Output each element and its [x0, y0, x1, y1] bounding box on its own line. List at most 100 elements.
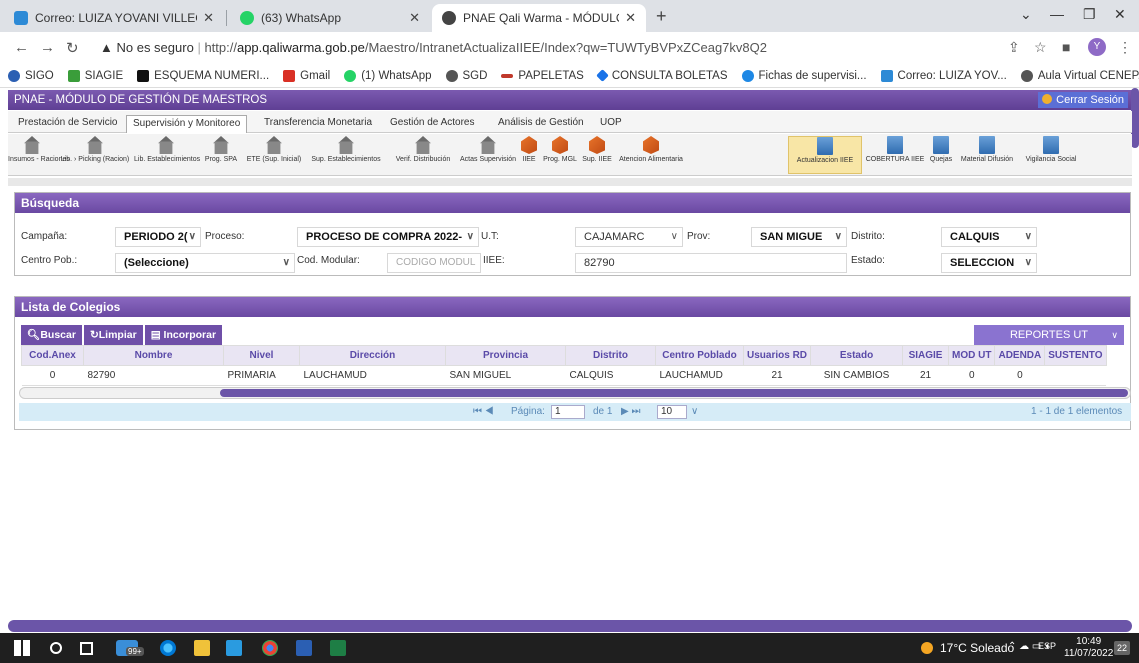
- chevron-down-icon[interactable]: ⌄: [1020, 6, 1032, 23]
- new-tab-button[interactable]: +: [656, 6, 667, 27]
- tab-correo[interactable]: Correo: LUIZA YOVANI VILLEGAS ✕: [4, 4, 224, 32]
- tool-sup-establecimientos[interactable]: Sup. Establecimientos: [306, 136, 386, 174]
- tool-atencion[interactable]: Atencion Alimentaria: [616, 136, 686, 174]
- tool-actualizacion[interactable]: Actualizacion IIEE: [788, 136, 862, 174]
- bookmark-sgd[interactable]: SGD: [445, 69, 487, 82]
- horizontal-scrollbar[interactable]: [19, 387, 1131, 399]
- tool-verif-distribucion[interactable]: Verif. Distribución: [388, 136, 458, 174]
- first-page-icon[interactable]: ⏮ ◀: [473, 406, 494, 417]
- logout-button[interactable]: Cerrar Sesión: [1038, 92, 1128, 108]
- tool-sup-iiee[interactable]: Sup. IIEE: [580, 136, 614, 174]
- col-header[interactable]: SUSTENTO: [1044, 345, 1107, 366]
- windows-icon[interactable]: [14, 640, 30, 656]
- tab-qaliwarma[interactable]: PNAE Qali Warma - MÓDULO DE ✕: [432, 4, 646, 32]
- clear-button[interactable]: ↻Limpiar: [83, 325, 143, 345]
- word-icon[interactable]: [296, 640, 312, 656]
- tool-quejas[interactable]: Quejas: [928, 136, 954, 174]
- col-header[interactable]: MOD UT: [948, 345, 996, 366]
- tab-transferencia[interactable]: Transferencia Monetaria: [258, 115, 378, 133]
- col-header[interactable]: Dirección: [299, 345, 446, 366]
- tool-material[interactable]: Material Difusión: [956, 136, 1018, 174]
- tool-vigilancia[interactable]: Vigilancia Social: [1020, 136, 1082, 174]
- tab-analisis[interactable]: Análisis de Gestión: [492, 115, 590, 133]
- minimize-button[interactable]: —: [1050, 6, 1064, 22]
- reload-icon[interactable]: ↻: [66, 39, 79, 57]
- share-icon[interactable]: ⇪: [1008, 39, 1020, 56]
- folder-icon[interactable]: [194, 640, 210, 656]
- last-page-icon[interactable]: ▶ ⏭: [621, 406, 640, 417]
- page-input[interactable]: 1: [551, 405, 585, 419]
- table-row[interactable]: 0 82790 PRIMARIA LAUCHAMUD SAN MIGUEL CA…: [21, 365, 1107, 386]
- clock[interactable]: 10:49 11/07/2022: [1064, 636, 1113, 660]
- col-header[interactable]: SIAGIE: [902, 345, 950, 366]
- tool-insumos[interactable]: Insumos - Raciones: [8, 136, 70, 174]
- col-header[interactable]: Estado: [810, 345, 904, 366]
- bookmark-whatsapp[interactable]: (1) WhatsApp: [344, 69, 432, 82]
- tool-lib-establecimientos[interactable]: Lib. Establecimientos: [134, 136, 200, 174]
- proceso-select[interactable]: PROCESO DE COMPRA 2022- ∨: [297, 227, 479, 247]
- col-header[interactable]: ADENDA: [994, 345, 1046, 366]
- star-icon[interactable]: ☆: [1034, 39, 1047, 56]
- tool-ete[interactable]: ETE (Sup. Inicial): [244, 136, 304, 174]
- horizontal-scrollbar[interactable]: [8, 620, 1132, 632]
- tab-uop[interactable]: UOP: [594, 115, 628, 133]
- col-header[interactable]: Nombre: [83, 345, 224, 366]
- tab-supervision[interactable]: Supervisión y Monitoreo: [126, 115, 248, 133]
- close-icon[interactable]: ✕: [409, 10, 420, 26]
- bookmark-sigo[interactable]: SIGO: [8, 69, 54, 82]
- tool-cobertura[interactable]: COBERTURA IIEE: [864, 136, 926, 174]
- bookmark-fichas[interactable]: Fichas de supervisi...: [741, 69, 867, 82]
- col-header[interactable]: Cod.Anex: [21, 345, 84, 366]
- tool-iiee[interactable]: IIEE: [518, 136, 540, 174]
- close-icon[interactable]: ✕: [203, 10, 214, 26]
- bookmark-correo[interactable]: Correo: LUIZA YOV...: [880, 69, 1007, 82]
- excel-icon[interactable]: [330, 640, 346, 656]
- notification-icon[interactable]: 22: [1114, 641, 1130, 655]
- bookmark-esquema[interactable]: ESQUEMA NUMERI...: [137, 69, 269, 82]
- campana-select[interactable]: PERIODO 2(∨: [115, 227, 201, 247]
- cod-modular-input[interactable]: CODIGO MODUL: [387, 253, 481, 273]
- chevron-down-icon[interactable]: ∨: [691, 406, 698, 417]
- bookmark-consulta[interactable]: CONSULTA BOLETAS: [595, 69, 728, 82]
- menu-icon[interactable]: ⋮: [1118, 39, 1132, 56]
- tab-actores[interactable]: Gestión de Actores: [384, 115, 481, 133]
- col-header[interactable]: Provincia: [445, 345, 566, 366]
- col-header[interactable]: Centro Poblado: [655, 345, 744, 366]
- task-view-icon[interactable]: [80, 642, 93, 655]
- col-header[interactable]: Usuarios RD: [742, 345, 812, 366]
- bookmark-siagie[interactable]: SIAGIE: [67, 69, 123, 82]
- avatar[interactable]: Y: [1088, 38, 1106, 56]
- scroll-thumb[interactable]: [220, 389, 1128, 397]
- bookmark-aula[interactable]: Aula Virtual CENEP...: [1020, 69, 1139, 82]
- tool-actas[interactable]: Actas Supervisión: [460, 136, 516, 174]
- centro-select[interactable]: (Seleccione) ∨: [115, 253, 295, 273]
- tool-picking[interactable]: Lib. › Picking (Racion): [58, 136, 132, 174]
- sidepanel-icon[interactable]: ■: [1062, 39, 1070, 55]
- weather-text[interactable]: 17°C Soleado: [940, 641, 1014, 655]
- tool-prog-spa[interactable]: Prog. SPA: [200, 136, 242, 174]
- distrito-select[interactable]: CALQUIS ∨: [941, 227, 1037, 247]
- edge-icon[interactable]: [160, 640, 176, 656]
- estado-select[interactable]: SELECCION ∨: [941, 253, 1037, 273]
- bookmark-papeletas[interactable]: PAPELETAS: [501, 70, 584, 82]
- search-icon[interactable]: [50, 642, 62, 654]
- per-page-select[interactable]: 10: [657, 405, 687, 419]
- reports-dropdown[interactable]: REPORTES UT ∨: [974, 325, 1124, 345]
- bookmark-gmail[interactable]: Gmail: [283, 69, 330, 82]
- restore-button[interactable]: ❐: [1083, 6, 1096, 23]
- lang-indicator[interactable]: ESP: [1038, 641, 1056, 651]
- tab-whatsapp[interactable]: (63) WhatsApp ✕: [230, 4, 430, 32]
- add-button[interactable]: ▤ Incorporar: [144, 325, 223, 345]
- close-icon[interactable]: ✕: [625, 10, 636, 26]
- iiee-input[interactable]: 82790: [575, 253, 847, 273]
- tab-prestacion[interactable]: Prestación de Servicio: [12, 115, 124, 133]
- url-field[interactable]: ▲ No es seguro | http://app.qaliwarma.go…: [100, 40, 767, 55]
- tool-prog-mgl[interactable]: Prog. MGL: [542, 136, 578, 174]
- search-button[interactable]: 🔍︎Buscar: [21, 325, 82, 345]
- back-icon[interactable]: ←: [14, 39, 29, 56]
- ut-select[interactable]: CAJAMARC ∨: [575, 227, 683, 247]
- forward-icon[interactable]: →: [40, 39, 55, 56]
- vertical-scrollbar[interactable]: [1131, 88, 1139, 148]
- close-window-button[interactable]: ✕: [1114, 6, 1126, 23]
- prov-select[interactable]: SAN MIGUE ∨: [751, 227, 847, 247]
